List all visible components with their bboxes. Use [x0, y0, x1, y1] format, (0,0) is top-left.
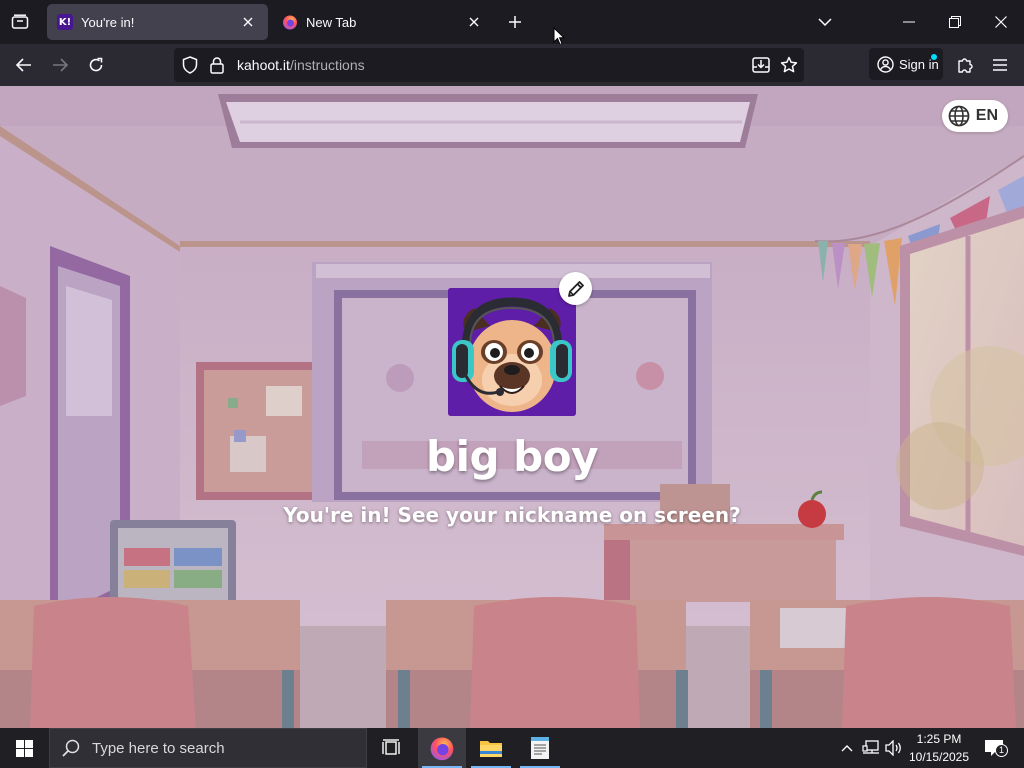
globe-icon	[948, 105, 970, 127]
tab-kahoot[interactable]: K! You're in!	[47, 4, 268, 40]
search-icon	[62, 739, 80, 757]
shield-icon	[182, 56, 198, 74]
url-bar[interactable]: kahoot.it/instructions	[174, 48, 804, 82]
tab-title: You're in!	[81, 14, 135, 30]
taskbar-notepad[interactable]	[516, 728, 564, 768]
chevron-down-icon	[818, 18, 832, 26]
kahoot-icon: K!	[57, 14, 73, 30]
language-selector-button[interactable]: EN	[941, 100, 1008, 132]
pug-avatar-icon	[448, 288, 576, 416]
tab-list-button[interactable]	[6, 8, 34, 36]
notification-dot	[931, 54, 937, 60]
clock-time: 1:25 PM	[916, 732, 962, 746]
puzzle-icon	[958, 58, 973, 73]
task-view-button[interactable]	[368, 728, 416, 768]
minimize-icon	[903, 21, 915, 23]
arrow-left-icon	[16, 58, 31, 72]
url-domain: kahoot.it	[237, 57, 290, 73]
show-hidden-icons-button[interactable]	[837, 738, 857, 758]
joined-message: You're in! See your nickname on screen?	[283, 503, 741, 527]
forward-button[interactable]	[45, 50, 75, 80]
tab-list-icon	[11, 14, 29, 29]
save-to-pocket-icon[interactable]	[752, 56, 770, 74]
player-avatar	[448, 272, 592, 416]
reload-button[interactable]	[81, 50, 111, 80]
close-icon	[469, 17, 479, 27]
sign-in-button[interactable]: Sign in	[869, 48, 943, 80]
player-nickname: big boy	[426, 432, 598, 481]
extensions-button[interactable]	[950, 50, 980, 80]
notepad-icon	[531, 737, 549, 759]
restore-icon	[949, 16, 961, 28]
firefox-icon	[430, 737, 454, 761]
taskbar-firefox[interactable]	[418, 728, 466, 768]
arrow-right-icon	[53, 58, 68, 72]
tab-title: New Tab	[306, 14, 357, 30]
tab-new-tab[interactable]: New Tab	[272, 4, 494, 40]
notification-count: 1	[995, 744, 1008, 757]
search-placeholder: Type here to search	[92, 739, 225, 757]
taskbar-search-input[interactable]: Type here to search	[49, 728, 367, 768]
lock-icon	[210, 57, 224, 74]
tab-close-button[interactable]	[464, 12, 484, 32]
network-button[interactable]	[861, 738, 881, 758]
hamburger-menu-icon	[993, 59, 1007, 71]
close-window-button[interactable]	[978, 0, 1024, 44]
edit-avatar-button[interactable]	[559, 272, 592, 305]
kahoot-instructions-page: EN big boy You're in! See your nickname …	[0, 86, 1024, 728]
tab-bar: K! You're in! New Tab	[0, 0, 1024, 46]
action-center-button[interactable]: 1	[983, 738, 1008, 758]
close-icon	[995, 16, 1007, 28]
windows-logo-icon	[15, 739, 33, 757]
url-text: kahoot.it/instructions	[237, 57, 365, 73]
avatar	[448, 288, 576, 416]
back-button[interactable]	[9, 50, 39, 80]
url-path: /instructions	[289, 57, 365, 73]
task-view-icon	[382, 739, 400, 755]
account-icon	[877, 55, 894, 73]
tab-close-button[interactable]	[238, 12, 258, 32]
plus-icon	[509, 16, 521, 28]
taskbar-file-explorer[interactable]	[467, 728, 515, 768]
start-button[interactable]	[0, 728, 48, 768]
new-tab-button[interactable]	[502, 8, 528, 36]
reload-icon	[89, 57, 103, 72]
restore-button[interactable]	[932, 0, 978, 44]
chevron-up-icon	[841, 745, 853, 752]
close-icon	[243, 17, 253, 27]
navigation-bar: kahoot.it/instructions Sign in	[0, 44, 1024, 86]
pencil-icon	[567, 280, 584, 297]
network-icon	[862, 740, 879, 754]
list-all-tabs-button[interactable]	[802, 0, 848, 44]
minimize-button[interactable]	[886, 0, 932, 44]
app-menu-button[interactable]	[985, 50, 1015, 80]
taskbar-clock[interactable]: 1:25 PM 10/15/2025	[900, 730, 978, 766]
firefox-icon	[283, 15, 297, 30]
bookmark-star-icon[interactable]	[780, 56, 798, 74]
clock-date: 10/15/2025	[908, 750, 970, 764]
language-label: EN	[975, 107, 998, 124]
windows-taskbar: Type here to search 1:25 PM 10/15/2025 1	[0, 728, 1024, 768]
folder-icon	[480, 741, 502, 757]
